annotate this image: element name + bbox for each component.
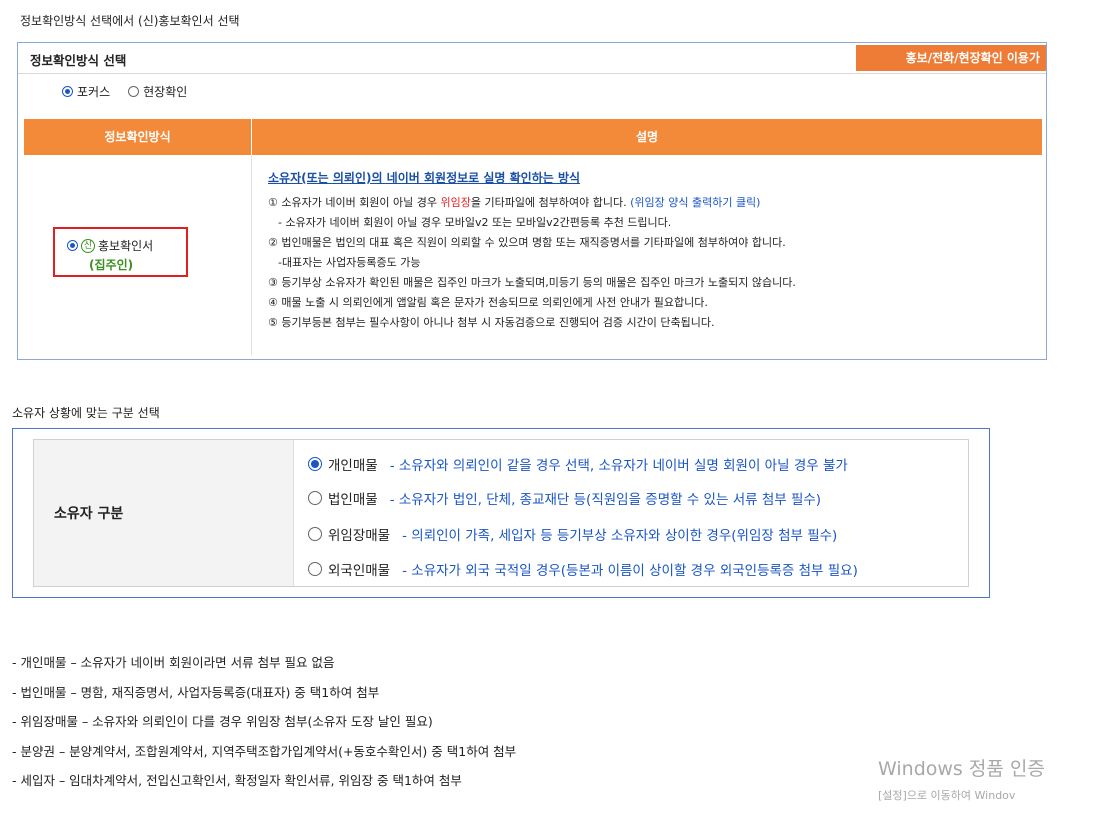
option-corporate[interactable]: 법인매물 - 소유자가 법인, 단체, 종교재단 등(직원임을 증명할 수 있는… <box>308 488 821 508</box>
note-item: - 위임장매물 – 소유자와 의뢰인이 다를 경우 위임장 첨부(소유자 도장 … <box>12 714 433 729</box>
option-proxy-desc: - 의뢰인이 가족, 세입자 등 등기부상 소유자와 상이한 경우(위임장 첨부… <box>402 528 838 544</box>
option-foreigner-desc: - 소유자가 외국 국적일 경우(등본과 이름이 상이할 경우 외국인등록증 첨… <box>402 563 858 579</box>
option-proxy[interactable]: 위임장매물 - 의뢰인이 가족, 세입자 등 등기부상 소유자와 상이한 경우(… <box>308 524 837 544</box>
owner-sublabel: (집주인) <box>89 258 134 272</box>
desc-line-1: ① 소유자가 네이버 회원이 아닐 경우 위임장을 기타파일에 첨부하여야 합니… <box>268 193 1038 213</box>
desc-line-1-text: ① 소유자가 네이버 회원이 아닐 경우 <box>268 196 441 209</box>
radio-promo-confirm[interactable] <box>67 240 78 251</box>
radio-focus-label: 포커스 <box>77 85 111 99</box>
desc-line-7: ⑤ 등기부등본 첨부는 필수사항이 아니나 첨부 시 자동검증으로 진행되어 검… <box>268 316 715 329</box>
desc-line-2: - 소유자가 네이버 회원이 아닐 경우 모바일v2 또는 모바일v2간편등록 … <box>278 216 672 229</box>
highlight-box: 신 홍보확인서 (집주인) <box>53 227 188 277</box>
print-form-link[interactable]: (위임장 양식 출력하기 클릭) <box>630 196 760 209</box>
radio-proxy[interactable] <box>308 527 322 541</box>
note-item: - 분양권 – 분양계약서, 조합원계약서, 지역주택조합가입계약서(+동호수확… <box>12 743 517 759</box>
method-description: 소유자(또는 의뢰인)의 네이버 회원정보로 실명 확인하는 방식 ① 소유자가… <box>268 169 1038 333</box>
description-title[interactable]: 소유자(또는 의뢰인)의 네이버 회원정보로 실명 확인하는 방식 <box>268 169 1038 186</box>
owner-type-table: 소유자 구분 개인매물 - 소유자와 의뢰인이 같을 경우 선택, 소유자가 네… <box>33 439 969 587</box>
radio-site-check-label: 현장확인 <box>143 85 188 99</box>
radio-corporate[interactable] <box>308 491 322 505</box>
method-panel-header: 정보확인방식 선택 홍보/전화/현장확인 이용가 <box>18 43 1046 74</box>
section1-heading: 정보확인방식 선택에서 (신)홍보확인서 선택 <box>20 14 240 28</box>
power-of-attorney-text: 위임장 <box>440 196 471 209</box>
option-foreigner-name: 외국인매물 <box>328 563 391 579</box>
desc-line-3: ② 법인매물은 법인의 대표 혹은 직원이 의뢰할 수 있으며 명함 또는 재직… <box>268 236 786 249</box>
col-method: 정보확인방식 <box>24 119 252 155</box>
owner-type-label: 소유자 구분 <box>54 506 124 522</box>
promo-phone-site-tab[interactable]: 홍보/전화/현장확인 이용가 <box>856 45 1046 71</box>
method-radio-group: 포커스 현장확인 <box>62 83 187 100</box>
new-badge-icon: 신 <box>81 238 95 253</box>
owner-type-label-cell: 소유자 구분 <box>34 440 294 586</box>
desc-line-1-text-b: 을 기타파일에 첨부하여야 합니다. <box>470 196 631 209</box>
option-corporate-desc: - 소유자가 법인, 단체, 종교재단 등(직원임을 증명할 수 있는 서류 첨… <box>389 492 822 508</box>
col-description: 설명 <box>635 130 659 144</box>
option-individual-desc: - 소유자와 의뢰인이 같을 경우 선택, 소유자가 네이버 실명 회원이 아닐… <box>389 458 848 474</box>
method-option-cell: 신 홍보확인서 (집주인) <box>24 155 252 355</box>
note-item: - 세입자 – 임대차계약서, 전입신고확인서, 확정일자 확인서류, 위임장 … <box>12 773 462 788</box>
note-item: - 개인매물 – 소유자가 네이버 회원이라면 서류 첨부 필요 없음 <box>12 655 335 670</box>
option-individual-name: 개인매물 <box>328 458 378 474</box>
windows-activation-watermark: Windows 정품 인증 <box>878 758 1045 780</box>
desc-line-5: ③ 등기부상 소유자가 확인된 매물은 집주인 마크가 노출되며,미등기 등의 … <box>268 276 796 289</box>
radio-site-check[interactable] <box>128 86 140 97</box>
owner-type-panel: 소유자 구분 개인매물 - 소유자와 의뢰인이 같을 경우 선택, 소유자가 네… <box>12 428 990 598</box>
option-individual[interactable]: 개인매물 - 소유자와 의뢰인이 같을 경우 선택, 소유자가 네이버 실명 회… <box>308 454 848 474</box>
method-panel-title: 정보확인방식 선택 <box>30 53 127 68</box>
note-item: - 법인매물 – 명함, 재직증명서, 사업자등록증(대표자) 중 택1하여 첨… <box>12 684 380 700</box>
windows-activation-hint: [설정]으로 이동하여 Windov <box>878 789 1016 802</box>
document-notes: - 개인매물 – 소유자가 네이버 회원이라면 서류 첨부 필요 없음 - 법인… <box>12 648 516 796</box>
option-foreigner[interactable]: 외국인매물 - 소유자가 외국 국적일 경우(등본과 이름이 상이할 경우 외국… <box>308 559 858 579</box>
option-corporate-name: 법인매물 <box>328 492 378 508</box>
promo-confirm-label: 홍보확인서 <box>98 239 154 253</box>
section2-heading: 소유자 상황에 맞는 구분 선택 <box>12 406 160 420</box>
option-proxy-name: 위임장매물 <box>328 528 391 544</box>
method-select-panel: 정보확인방식 선택 홍보/전화/현장확인 이용가 포커스 현장확인 정보확인방식… <box>17 42 1047 360</box>
radio-individual[interactable] <box>308 457 322 471</box>
method-table-header: 정보확인방식 설명 <box>24 119 1042 155</box>
radio-focus[interactable] <box>62 86 73 97</box>
desc-line-4: -대표자는 사업자등록증도 가능 <box>278 256 421 269</box>
method-table: 정보확인방식 설명 신 홍보확인서 (집주인) 소유자(또는 의뢰인)의 네이버… <box>24 119 1042 355</box>
radio-foreigner[interactable] <box>308 562 322 576</box>
desc-line-6: ④ 매물 노출 시 의뢰인에게 앱알림 혹은 문자가 전송되므로 의뢰인에게 사… <box>268 296 708 309</box>
